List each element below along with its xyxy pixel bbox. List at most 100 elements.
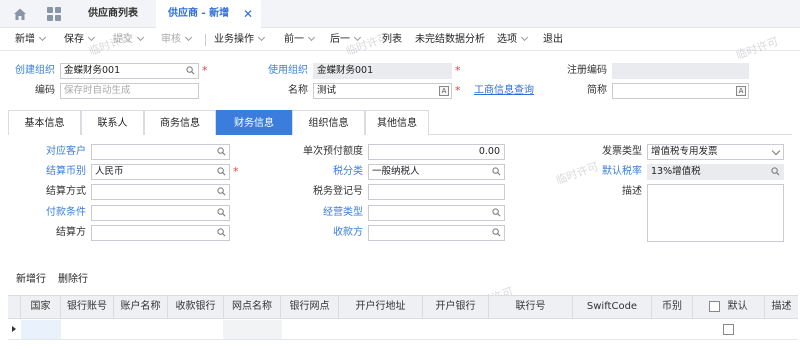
settle-party-label: 结算方 (56, 227, 86, 238)
search-icon[interactable] (217, 147, 226, 156)
chevron-down-icon (257, 33, 266, 42)
customer-input[interactable] (91, 144, 230, 160)
settle-currency-input[interactable]: 人民币 (91, 164, 230, 180)
business-info-query-link[interactable]: 工商信息查询 (474, 83, 534, 99)
search-icon[interactable] (217, 167, 226, 176)
search-icon[interactable] (771, 167, 780, 176)
column-header[interactable]: SwiftCode (573, 296, 652, 318)
business-ops-button[interactable]: 业务操作 (214, 29, 266, 51)
create-org-input[interactable]: 金蝶财务001 (60, 63, 199, 79)
required-mark: * (455, 64, 461, 77)
multilang-icon[interactable]: A (439, 86, 449, 96)
required-mark: * (455, 84, 461, 97)
home-icon[interactable] (13, 7, 27, 21)
description-textarea[interactable] (647, 184, 784, 242)
settle-party-input[interactable] (91, 225, 230, 241)
invoice-type-value: 增值税专用发票 (651, 146, 718, 157)
pay-terms-input[interactable] (91, 205, 230, 221)
options-button[interactable]: 选项 (497, 29, 529, 51)
tax-type-input[interactable]: 一般纳税人 (368, 164, 505, 180)
column-header[interactable]: 开户行地址 (339, 296, 423, 318)
search-icon[interactable] (217, 208, 226, 217)
code-input[interactable]: 保存时自动生成 (60, 83, 199, 99)
search-icon[interactable] (492, 167, 501, 176)
chevron-down-icon[interactable] (771, 146, 781, 156)
tax-type-value: 一般纳税人 (372, 166, 420, 177)
new-button[interactable]: 新增 (15, 29, 47, 51)
audit-button[interactable]: 审核 (161, 29, 193, 51)
default-checkbox[interactable] (723, 324, 734, 336)
column-header[interactable]: 国家 (21, 296, 61, 318)
table-row[interactable] (8, 320, 798, 340)
default-tax-rate-value: 13%增值税 (651, 166, 701, 177)
invoice-type-select[interactable]: 增值税专用发票 (647, 144, 784, 160)
incomplete-analysis-button[interactable]: 未完结数据分析 (415, 29, 485, 51)
short-name-label: 简称 (587, 85, 607, 96)
required-mark: * (233, 165, 239, 178)
column-header[interactable]: 银行网点 (281, 296, 339, 318)
biz-type-input[interactable] (368, 205, 505, 221)
tax-reg-no-input[interactable] (368, 184, 505, 200)
payee-label: 收款方 (333, 227, 363, 238)
column-header[interactable]: 币别 (652, 296, 693, 318)
column-header[interactable]: 联行号 (489, 296, 573, 318)
branch-name-cell (223, 320, 282, 339)
tab-commercial-info[interactable]: 商务信息 (144, 110, 216, 135)
required-mark: * (202, 64, 208, 77)
name-value: 测试 (317, 85, 337, 96)
column-header[interactable]: 描述 (765, 296, 798, 318)
customer-label: 对应客户 (46, 146, 86, 157)
name-label: 名称 (288, 85, 308, 96)
pay-terms-label: 付款条件 (46, 207, 86, 218)
toolbar-divider (205, 34, 206, 46)
delete-row-button[interactable]: 删除行 (58, 272, 88, 288)
single-prepay-label: 单次预付额度 (303, 146, 363, 157)
chevron-down-icon (307, 33, 316, 42)
search-icon[interactable] (217, 228, 226, 237)
section-tabs: 基本信息 联系人 商务信息 财务信息 组织信息 其他信息 (8, 110, 792, 135)
tab-contacts[interactable]: 联系人 (81, 110, 144, 135)
description-label: 描述 (622, 186, 642, 197)
search-icon[interactable] (492, 208, 501, 217)
single-prepay-input[interactable]: 0.00 (368, 144, 505, 160)
add-row-button[interactable]: 新增行 (16, 272, 46, 288)
settle-currency-value: 人民币 (95, 166, 124, 177)
search-icon[interactable] (217, 187, 226, 196)
payee-input[interactable] (368, 225, 505, 241)
short-name-input[interactable]: A (612, 83, 749, 99)
column-header[interactable]: 开户银行 (423, 296, 489, 318)
reg-code-label: 注册编码 (567, 65, 607, 76)
column-header[interactable]: 银行账号 (61, 296, 114, 318)
default-tax-rate-input[interactable]: 13%增值税 (647, 164, 784, 180)
tab-basic-info[interactable]: 基本信息 (8, 110, 81, 135)
close-tab-icon[interactable]: ✕ (243, 0, 253, 28)
create-org-label: 创建组织 (15, 65, 55, 76)
tab-supplier-new[interactable]: 供应商 - 新增 ✕ (156, 0, 261, 29)
apps-grid-icon[interactable] (47, 7, 61, 21)
tab-other-info[interactable]: 其他信息 (365, 110, 429, 135)
tab-finance-info[interactable]: 财务信息 (216, 110, 292, 135)
country-cell[interactable] (21, 320, 61, 339)
settle-method-input[interactable] (91, 184, 230, 200)
search-icon[interactable] (492, 228, 501, 237)
tax-type-label: 税分类 (333, 166, 363, 177)
chevron-down-icon (184, 33, 193, 42)
chevron-down-icon (136, 33, 145, 42)
exit-button[interactable]: 退出 (543, 29, 563, 51)
multilang-icon[interactable]: A (736, 86, 746, 96)
search-icon[interactable] (186, 66, 195, 75)
column-header[interactable]: 账户名称 (114, 296, 168, 318)
tab-supplier-list[interactable]: 供应商列表 (70, 0, 156, 28)
chevron-down-icon (38, 33, 47, 42)
tab-org-info[interactable]: 组织信息 (292, 110, 365, 135)
column-header[interactable]: 网点名称 (224, 296, 281, 318)
select-all-checkbox[interactable] (709, 300, 721, 312)
create-org-value: 金蝶财务001 (64, 65, 121, 76)
chevron-down-icon (520, 33, 529, 42)
code-label: 编码 (35, 85, 55, 96)
name-input[interactable]: 测试 A (313, 83, 452, 99)
column-header[interactable]: 收款银行 (168, 296, 224, 318)
biz-type-label: 经营类型 (323, 207, 363, 218)
default-column-header[interactable]: 默认 (693, 296, 765, 318)
prev-button[interactable]: 前一 (284, 29, 316, 51)
